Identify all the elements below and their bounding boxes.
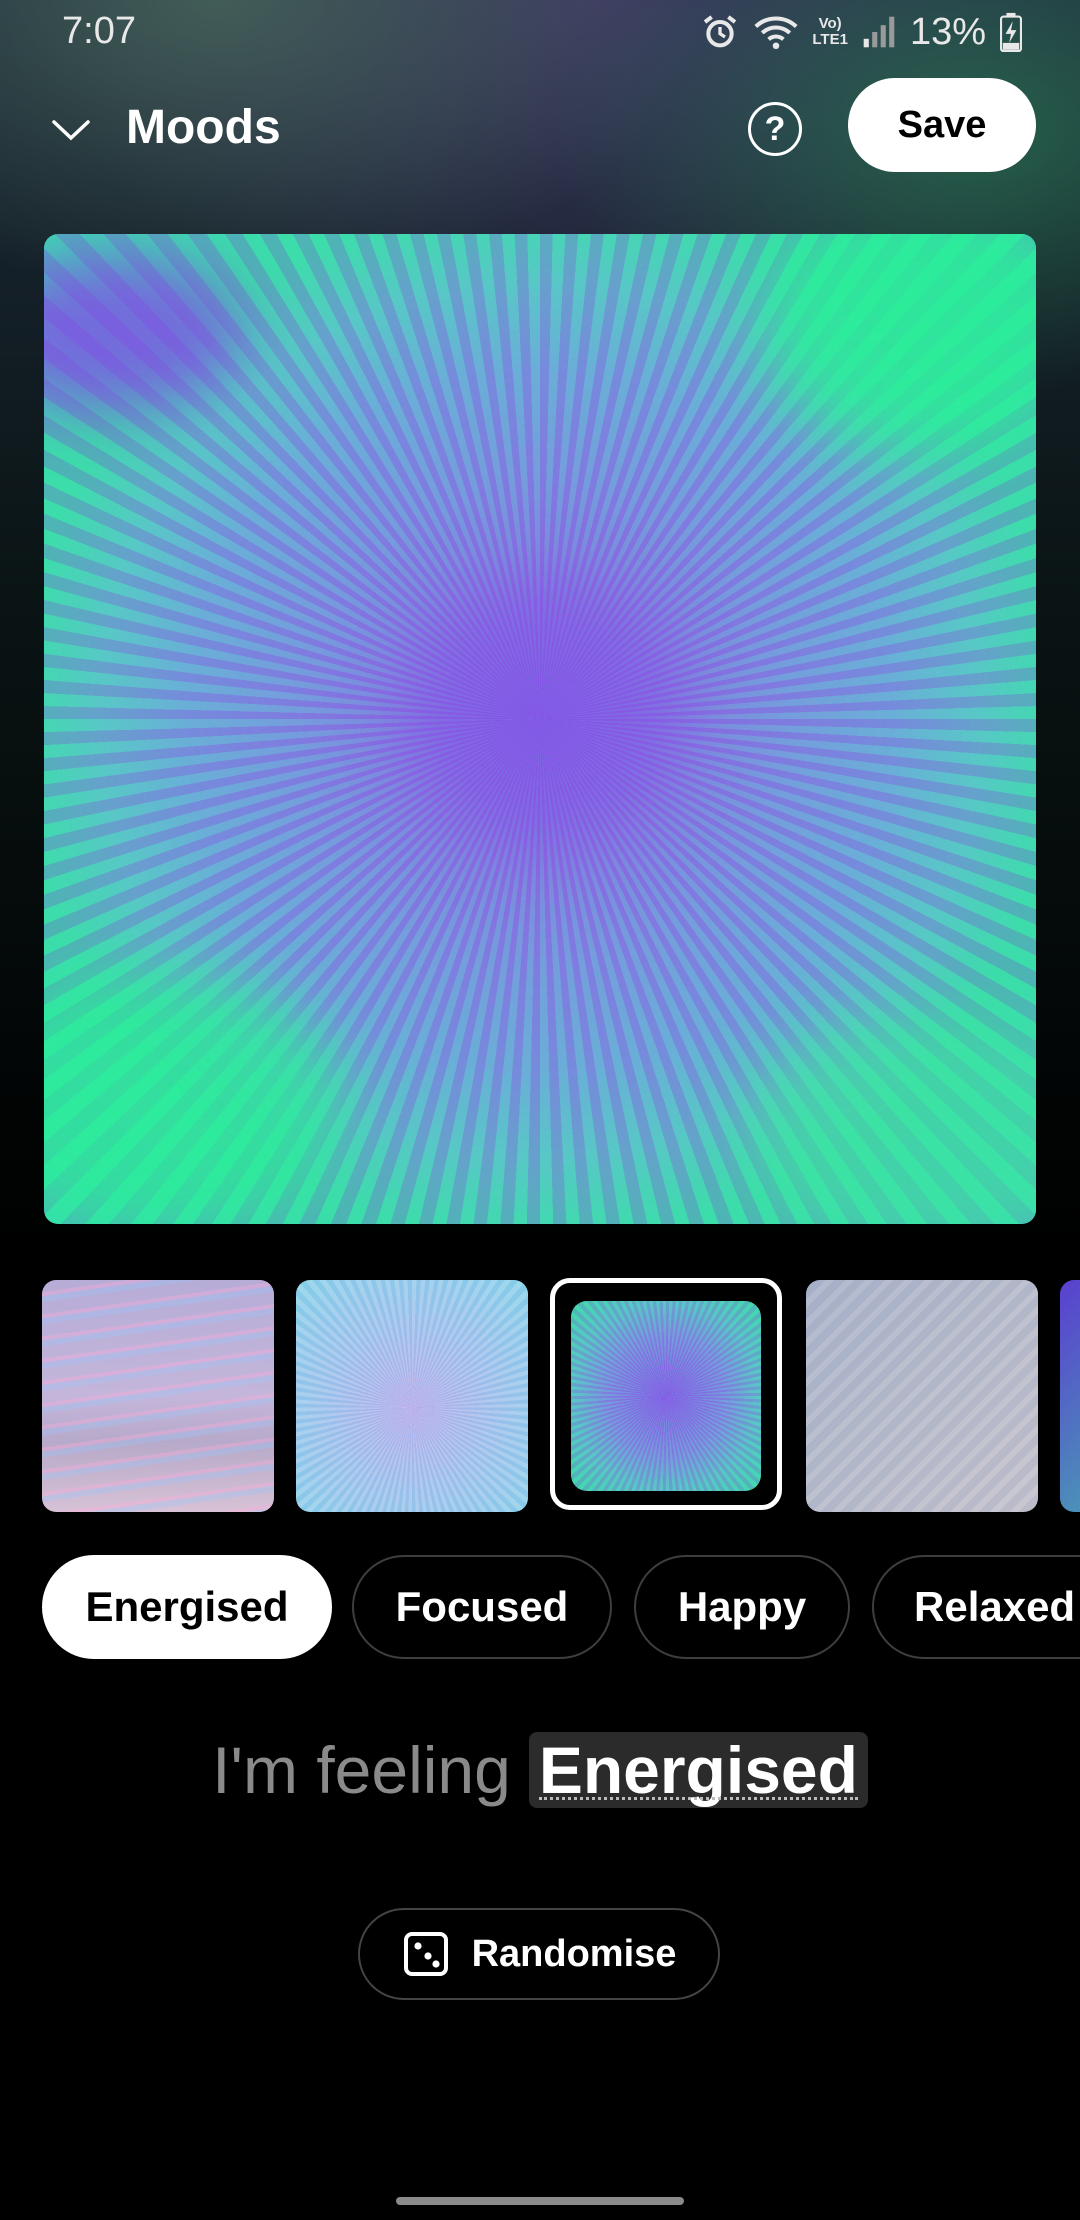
battery-charging-icon xyxy=(1000,12,1022,52)
mood-chip-focused[interactable]: Focused xyxy=(352,1555,612,1659)
dice-icon xyxy=(403,1932,448,1976)
page-title: Moods xyxy=(126,101,281,154)
wallpaper-thumbnail-selected[interactable] xyxy=(571,1301,761,1491)
status-icons: Vo) LTE1 13% xyxy=(700,10,1022,54)
save-button[interactable]: Save xyxy=(848,78,1036,172)
mood-chip-relaxed[interactable]: Relaxed xyxy=(872,1555,1080,1659)
wallpaper-thumbnail[interactable] xyxy=(296,1280,528,1512)
wallpaper-preview xyxy=(44,234,1036,1224)
mood-chip-energised[interactable]: Energised xyxy=(42,1555,332,1659)
wifi-icon xyxy=(754,16,798,50)
status-bar: 7:07 Vo) LTE1 13% xyxy=(0,0,1080,64)
help-button[interactable]: ? xyxy=(748,102,802,156)
collapse-button[interactable] xyxy=(46,106,96,156)
signal-icon xyxy=(863,16,895,48)
feeling-value-selector[interactable]: Energised xyxy=(528,1732,868,1808)
home-indicator[interactable] xyxy=(396,2197,684,2205)
network-type-icon: Vo) LTE1 xyxy=(812,15,848,48)
battery-percentage: 13% xyxy=(909,10,986,53)
feeling-sentence: I'm feeling Energised xyxy=(0,1722,1080,1818)
preview-glow xyxy=(404,574,684,854)
randomise-button[interactable]: Randomise xyxy=(358,1908,720,2000)
preview-glow xyxy=(744,1014,1036,1224)
status-time: 7:07 xyxy=(62,10,136,52)
preview-glow xyxy=(764,234,1036,454)
alarm-icon xyxy=(704,15,737,48)
header: Moods ? Save xyxy=(0,70,1080,190)
wallpaper-thumbnail[interactable] xyxy=(806,1280,1038,1512)
mood-chip-happy[interactable]: Happy xyxy=(634,1555,850,1659)
wallpaper-thumbnail[interactable] xyxy=(42,1280,274,1512)
mood-chips: Energised Focused Happy Relaxed xyxy=(0,1555,1080,1661)
wallpaper-thumbnails xyxy=(0,1278,1080,1514)
feeling-prefix: I'm feeling xyxy=(212,1733,511,1807)
chevron-down-icon xyxy=(52,120,90,141)
wallpaper-thumbnail[interactable] xyxy=(1060,1280,1080,1512)
preview-glow xyxy=(44,974,344,1224)
preview-glow xyxy=(44,254,244,414)
randomise-label: Randomise xyxy=(471,1932,677,1975)
help-icon: ? xyxy=(764,109,786,148)
